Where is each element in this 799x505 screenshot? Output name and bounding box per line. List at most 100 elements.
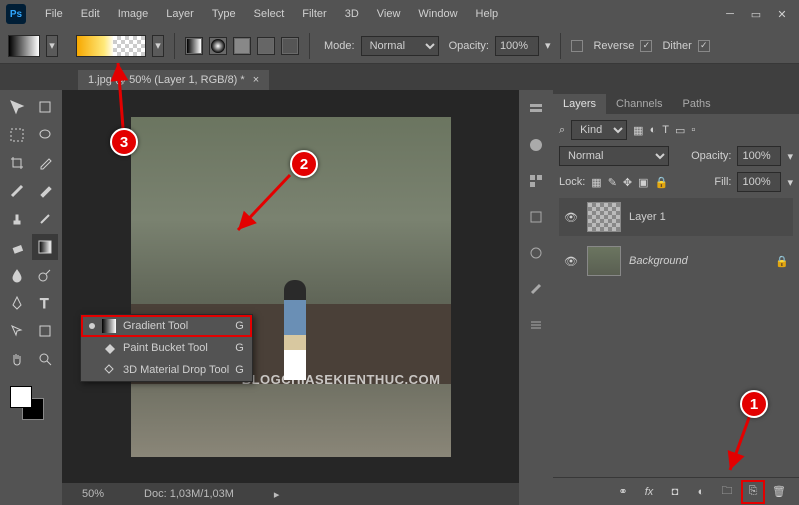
visibility-icon[interactable]: 👁 xyxy=(563,253,579,269)
move-tool[interactable] xyxy=(4,94,30,120)
filter-pixel-icon[interactable]: ▦ xyxy=(633,124,643,137)
minimize-button[interactable]: ─ xyxy=(719,5,741,23)
menu-image[interactable]: Image xyxy=(109,0,158,28)
opacity-input[interactable] xyxy=(495,36,539,56)
lock-position-icon[interactable]: ✥ xyxy=(623,176,632,189)
type-tool[interactable]: T xyxy=(32,290,58,316)
healing-tool[interactable] xyxy=(4,178,30,204)
dodge-tool[interactable] xyxy=(32,262,58,288)
gradient-diamond-icon[interactable] xyxy=(281,37,299,55)
delete-layer-icon[interactable]: 🗑 xyxy=(771,484,787,500)
menu-file[interactable]: File xyxy=(36,0,72,28)
layer-thumbnail[interactable] xyxy=(587,246,621,276)
menu-3d[interactable]: 3D xyxy=(336,0,368,28)
layer-mask-icon[interactable]: ◘ xyxy=(667,484,683,500)
eraser-tool[interactable] xyxy=(4,234,30,260)
layer-name[interactable]: Layer 1 xyxy=(629,211,666,223)
layer-row-layer1[interactable]: 👁 Layer 1 xyxy=(559,198,793,236)
document-tab[interactable]: 1.jpg @ 50% (Layer 1, RGB/8) * × xyxy=(78,70,269,90)
color-swatches[interactable] xyxy=(4,386,58,426)
layer-effects-icon[interactable]: fx xyxy=(641,484,657,500)
menu-view[interactable]: View xyxy=(368,0,410,28)
filter-type-icon[interactable]: T xyxy=(662,124,669,136)
properties-panel-icon[interactable] xyxy=(525,314,547,336)
lock-all-icon[interactable]: 🔒 xyxy=(655,176,669,189)
maximize-button[interactable]: ▭ xyxy=(745,5,767,23)
gradient-tool[interactable] xyxy=(32,234,58,260)
close-button[interactable]: ✕ xyxy=(771,5,793,23)
transparency-checkbox[interactable] xyxy=(698,40,710,52)
tab-layers[interactable]: Layers xyxy=(553,94,606,114)
mode-select[interactable]: Normal xyxy=(361,36,439,56)
gradient-linear-icon[interactable] xyxy=(185,37,203,55)
gradient-angle-icon[interactable] xyxy=(233,37,251,55)
foreground-color-swatch[interactable] xyxy=(10,386,32,408)
reverse-checkbox[interactable] xyxy=(571,40,583,52)
tool-preset-swatch[interactable] xyxy=(8,35,40,57)
color-panel-icon[interactable] xyxy=(525,134,547,156)
lock-transparency-icon[interactable]: ▦ xyxy=(591,176,601,189)
lasso-tool[interactable] xyxy=(32,122,58,148)
flyout-paint-bucket-tool[interactable]: Paint Bucket Tool G xyxy=(81,337,252,359)
path-select-tool[interactable] xyxy=(4,318,30,344)
artboard-tool[interactable] xyxy=(32,94,58,120)
crop-tool[interactable] xyxy=(4,150,30,176)
filter-icon[interactable]: ⌕ xyxy=(559,124,565,137)
pen-tool[interactable] xyxy=(4,290,30,316)
menu-layer[interactable]: Layer xyxy=(157,0,203,28)
flyout-3d-material-tool[interactable]: 3D Material Drop Tool G xyxy=(81,359,252,381)
libraries-panel-icon[interactable] xyxy=(525,206,547,228)
brushes-panel-icon[interactable] xyxy=(525,278,547,300)
filter-smart-icon[interactable]: ▫ xyxy=(691,124,695,136)
menu-select[interactable]: Select xyxy=(245,0,294,28)
gradient-preview[interactable] xyxy=(76,35,146,57)
stamp-tool[interactable] xyxy=(4,206,30,232)
brush-tool[interactable] xyxy=(32,178,58,204)
menu-edit[interactable]: Edit xyxy=(72,0,109,28)
fill-input[interactable] xyxy=(737,172,781,192)
history-brush-tool[interactable] xyxy=(32,206,58,232)
visibility-icon[interactable]: 👁 xyxy=(563,209,579,225)
lock-artboard-icon[interactable]: ▣ xyxy=(638,176,648,189)
fill-dropdown-icon[interactable]: ▾ xyxy=(787,176,793,189)
close-tab-icon[interactable]: × xyxy=(253,74,259,86)
adjustment-layer-icon[interactable]: ◐ xyxy=(693,484,709,500)
link-layers-icon[interactable]: ⚭ xyxy=(615,484,631,500)
gradient-radial-icon[interactable] xyxy=(209,37,227,55)
marquee-tool[interactable] xyxy=(4,122,30,148)
filter-shape-icon[interactable]: ▭ xyxy=(675,124,685,137)
gradient-reflected-icon[interactable] xyxy=(257,37,275,55)
tab-paths[interactable]: Paths xyxy=(673,94,721,114)
tool-preset-dropdown[interactable]: ▾ xyxy=(46,35,58,57)
layer-name[interactable]: Background xyxy=(629,255,688,267)
menu-type[interactable]: Type xyxy=(203,0,245,28)
lock-pixels-icon[interactable]: ✎ xyxy=(608,176,617,189)
zoom-tool[interactable] xyxy=(32,346,58,372)
eyedropper-tool[interactable] xyxy=(32,150,58,176)
gradient-picker-dropdown[interactable]: ▾ xyxy=(152,35,164,57)
opacity-dropdown-icon[interactable]: ▾ xyxy=(545,39,551,52)
swatches-panel-icon[interactable] xyxy=(525,170,547,192)
blend-mode-select[interactable]: Normal xyxy=(559,146,669,166)
layer-filter-select[interactable]: Kind xyxy=(571,120,627,140)
menu-help[interactable]: Help xyxy=(467,0,508,28)
shape-tool[interactable] xyxy=(32,318,58,344)
dither-checkbox[interactable] xyxy=(640,40,652,52)
layer-opacity-input[interactable] xyxy=(737,146,781,166)
blur-tool[interactable] xyxy=(4,262,30,288)
layer-row-background[interactable]: 👁 Background 🔒 xyxy=(559,242,793,280)
tab-channels[interactable]: Channels xyxy=(606,94,672,114)
zoom-level[interactable]: 50% xyxy=(82,488,104,500)
menu-filter[interactable]: Filter xyxy=(293,0,335,28)
menu-window[interactable]: Window xyxy=(409,0,466,28)
new-layer-icon[interactable]: ⎘ xyxy=(745,484,761,500)
filter-adjust-icon[interactable]: ◐ xyxy=(650,124,657,136)
flyout-gradient-tool[interactable]: Gradient Tool G xyxy=(81,315,252,337)
doc-info-dropdown-icon[interactable]: ▸ xyxy=(274,488,280,501)
layer-thumbnail[interactable] xyxy=(587,202,621,232)
hand-tool[interactable] xyxy=(4,346,30,372)
layer-group-icon[interactable]: 🗀 xyxy=(719,484,735,500)
adjustments-panel-icon[interactable] xyxy=(525,242,547,264)
opacity-dropdown-icon[interactable]: ▾ xyxy=(787,150,793,163)
history-panel-icon[interactable] xyxy=(525,98,547,120)
